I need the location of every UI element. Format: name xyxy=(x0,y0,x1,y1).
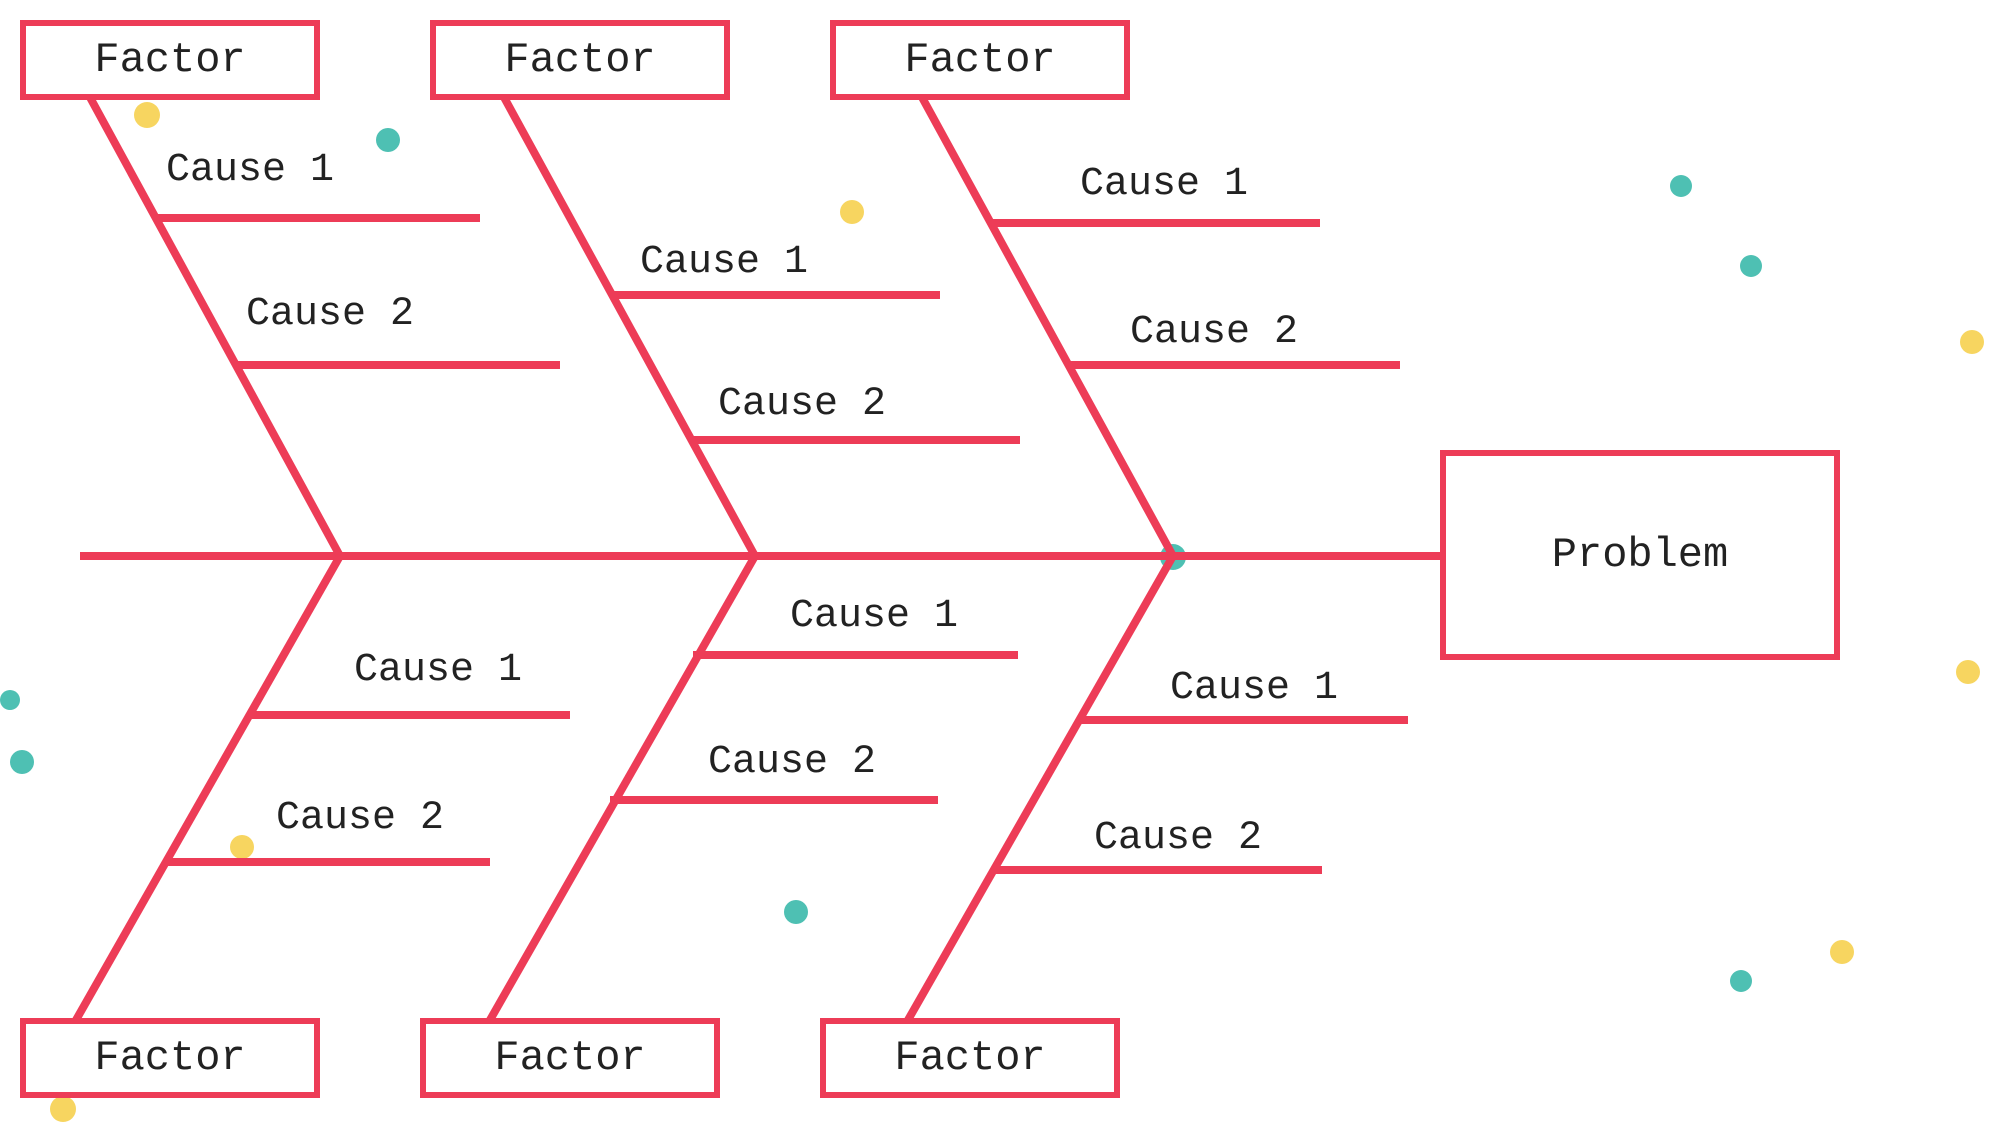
cause-label: Cause 1 xyxy=(166,148,334,193)
factor-box-bottom-1: Factor xyxy=(20,1018,320,1098)
factor-label: Factor xyxy=(94,1034,245,1082)
cause-label: Cause 1 xyxy=(790,594,958,639)
cause-label: Cause 1 xyxy=(1170,666,1338,711)
cause-label: Cause 1 xyxy=(1080,162,1248,207)
factor-box-top-3: Factor xyxy=(830,20,1130,100)
cause-label: Cause 1 xyxy=(640,240,808,285)
cause-label: Cause 2 xyxy=(1094,816,1262,861)
cause-label: Cause 2 xyxy=(708,740,876,785)
branch-bottom-1 xyxy=(76,556,340,1020)
factor-label: Factor xyxy=(904,36,1055,84)
factor-box-bottom-2: Factor xyxy=(420,1018,720,1098)
factor-label: Factor xyxy=(494,1034,645,1082)
problem-box: Problem xyxy=(1440,450,1840,660)
factor-box-top-2: Factor xyxy=(430,20,730,100)
cause-label: Cause 1 xyxy=(354,648,522,693)
branch-bottom-2 xyxy=(490,556,755,1020)
cause-label: Cause 2 xyxy=(246,292,414,337)
problem-label: Problem xyxy=(1552,531,1728,579)
cause-label: Cause 2 xyxy=(1130,310,1298,355)
factor-box-bottom-3: Factor xyxy=(820,1018,1120,1098)
branch-top-2 xyxy=(500,90,755,556)
fishbone-diagram: Problem Factor Factor Factor Factor Fact… xyxy=(0,0,1999,1125)
factor-label: Factor xyxy=(94,36,245,84)
cause-label: Cause 2 xyxy=(718,382,886,427)
factor-label: Factor xyxy=(894,1034,1045,1082)
factor-box-top-1: Factor xyxy=(20,20,320,100)
factor-label: Factor xyxy=(504,36,655,84)
cause-label: Cause 2 xyxy=(276,796,444,841)
